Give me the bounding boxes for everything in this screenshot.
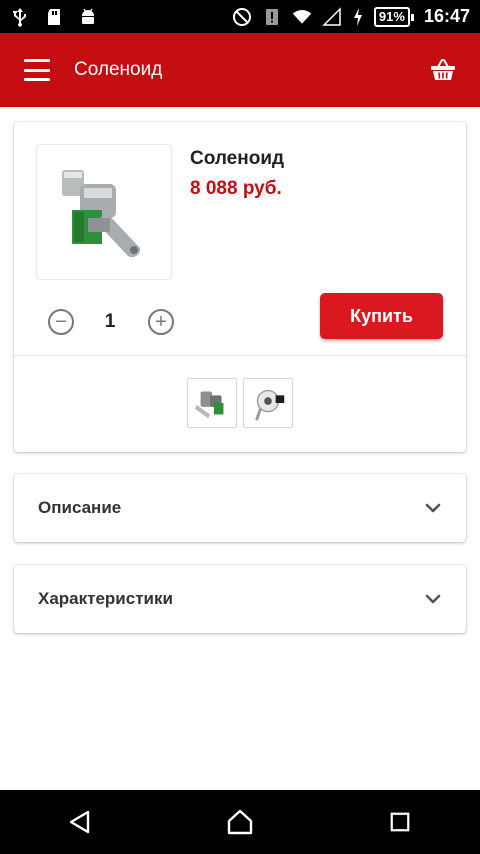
- back-icon[interactable]: [60, 802, 100, 842]
- product-price: 8 088 руб.: [190, 178, 282, 199]
- product-image[interactable]: [36, 144, 172, 280]
- battery-level: 91%: [373, 6, 414, 27]
- hamburger-menu-icon[interactable]: [24, 59, 50, 81]
- android-icon: [78, 7, 98, 27]
- do-not-disturb-icon: [232, 7, 252, 27]
- thumbnail-gallery: [14, 356, 466, 428]
- home-icon[interactable]: [220, 802, 260, 842]
- chevron-down-icon: [424, 590, 442, 608]
- charging-icon: [352, 7, 364, 27]
- description-section[interactable]: Описание: [14, 474, 466, 542]
- wifi-icon: [292, 7, 312, 27]
- quantity-value: 1: [104, 311, 116, 332]
- product-card: Соленоид 8 088 руб. − 1 + Купить: [14, 122, 466, 452]
- page-title: Соленоид: [74, 59, 163, 80]
- navigation-bar: [0, 790, 480, 854]
- quantity-increase-button[interactable]: +: [148, 309, 174, 335]
- usb-icon: [10, 7, 30, 27]
- specifications-label: Характеристики: [38, 589, 173, 608]
- buy-button[interactable]: Купить: [320, 293, 443, 339]
- chevron-down-icon: [424, 499, 442, 517]
- solenoid-image: [62, 170, 141, 258]
- clock: 16:47: [423, 6, 470, 26]
- thumbnail-1[interactable]: [187, 378, 237, 428]
- specifications-section[interactable]: Характеристики: [14, 565, 466, 633]
- product-name: Соленоид: [190, 148, 285, 169]
- alert-icon: [262, 7, 282, 27]
- signal-icon: [322, 6, 342, 27]
- product-summary: Соленоид 8 088 руб. − 1 + Купить: [14, 122, 466, 356]
- description-label: Описание: [38, 498, 122, 517]
- recents-icon[interactable]: [380, 802, 420, 842]
- thumbnail-2[interactable]: [243, 378, 293, 428]
- quantity-decrease-button[interactable]: −: [48, 309, 74, 335]
- sd-card-icon: [44, 7, 64, 27]
- status-bar: 91% 16:47: [0, 0, 480, 33]
- app-bar: Соленоид: [0, 33, 480, 107]
- basket-icon[interactable]: [430, 57, 456, 83]
